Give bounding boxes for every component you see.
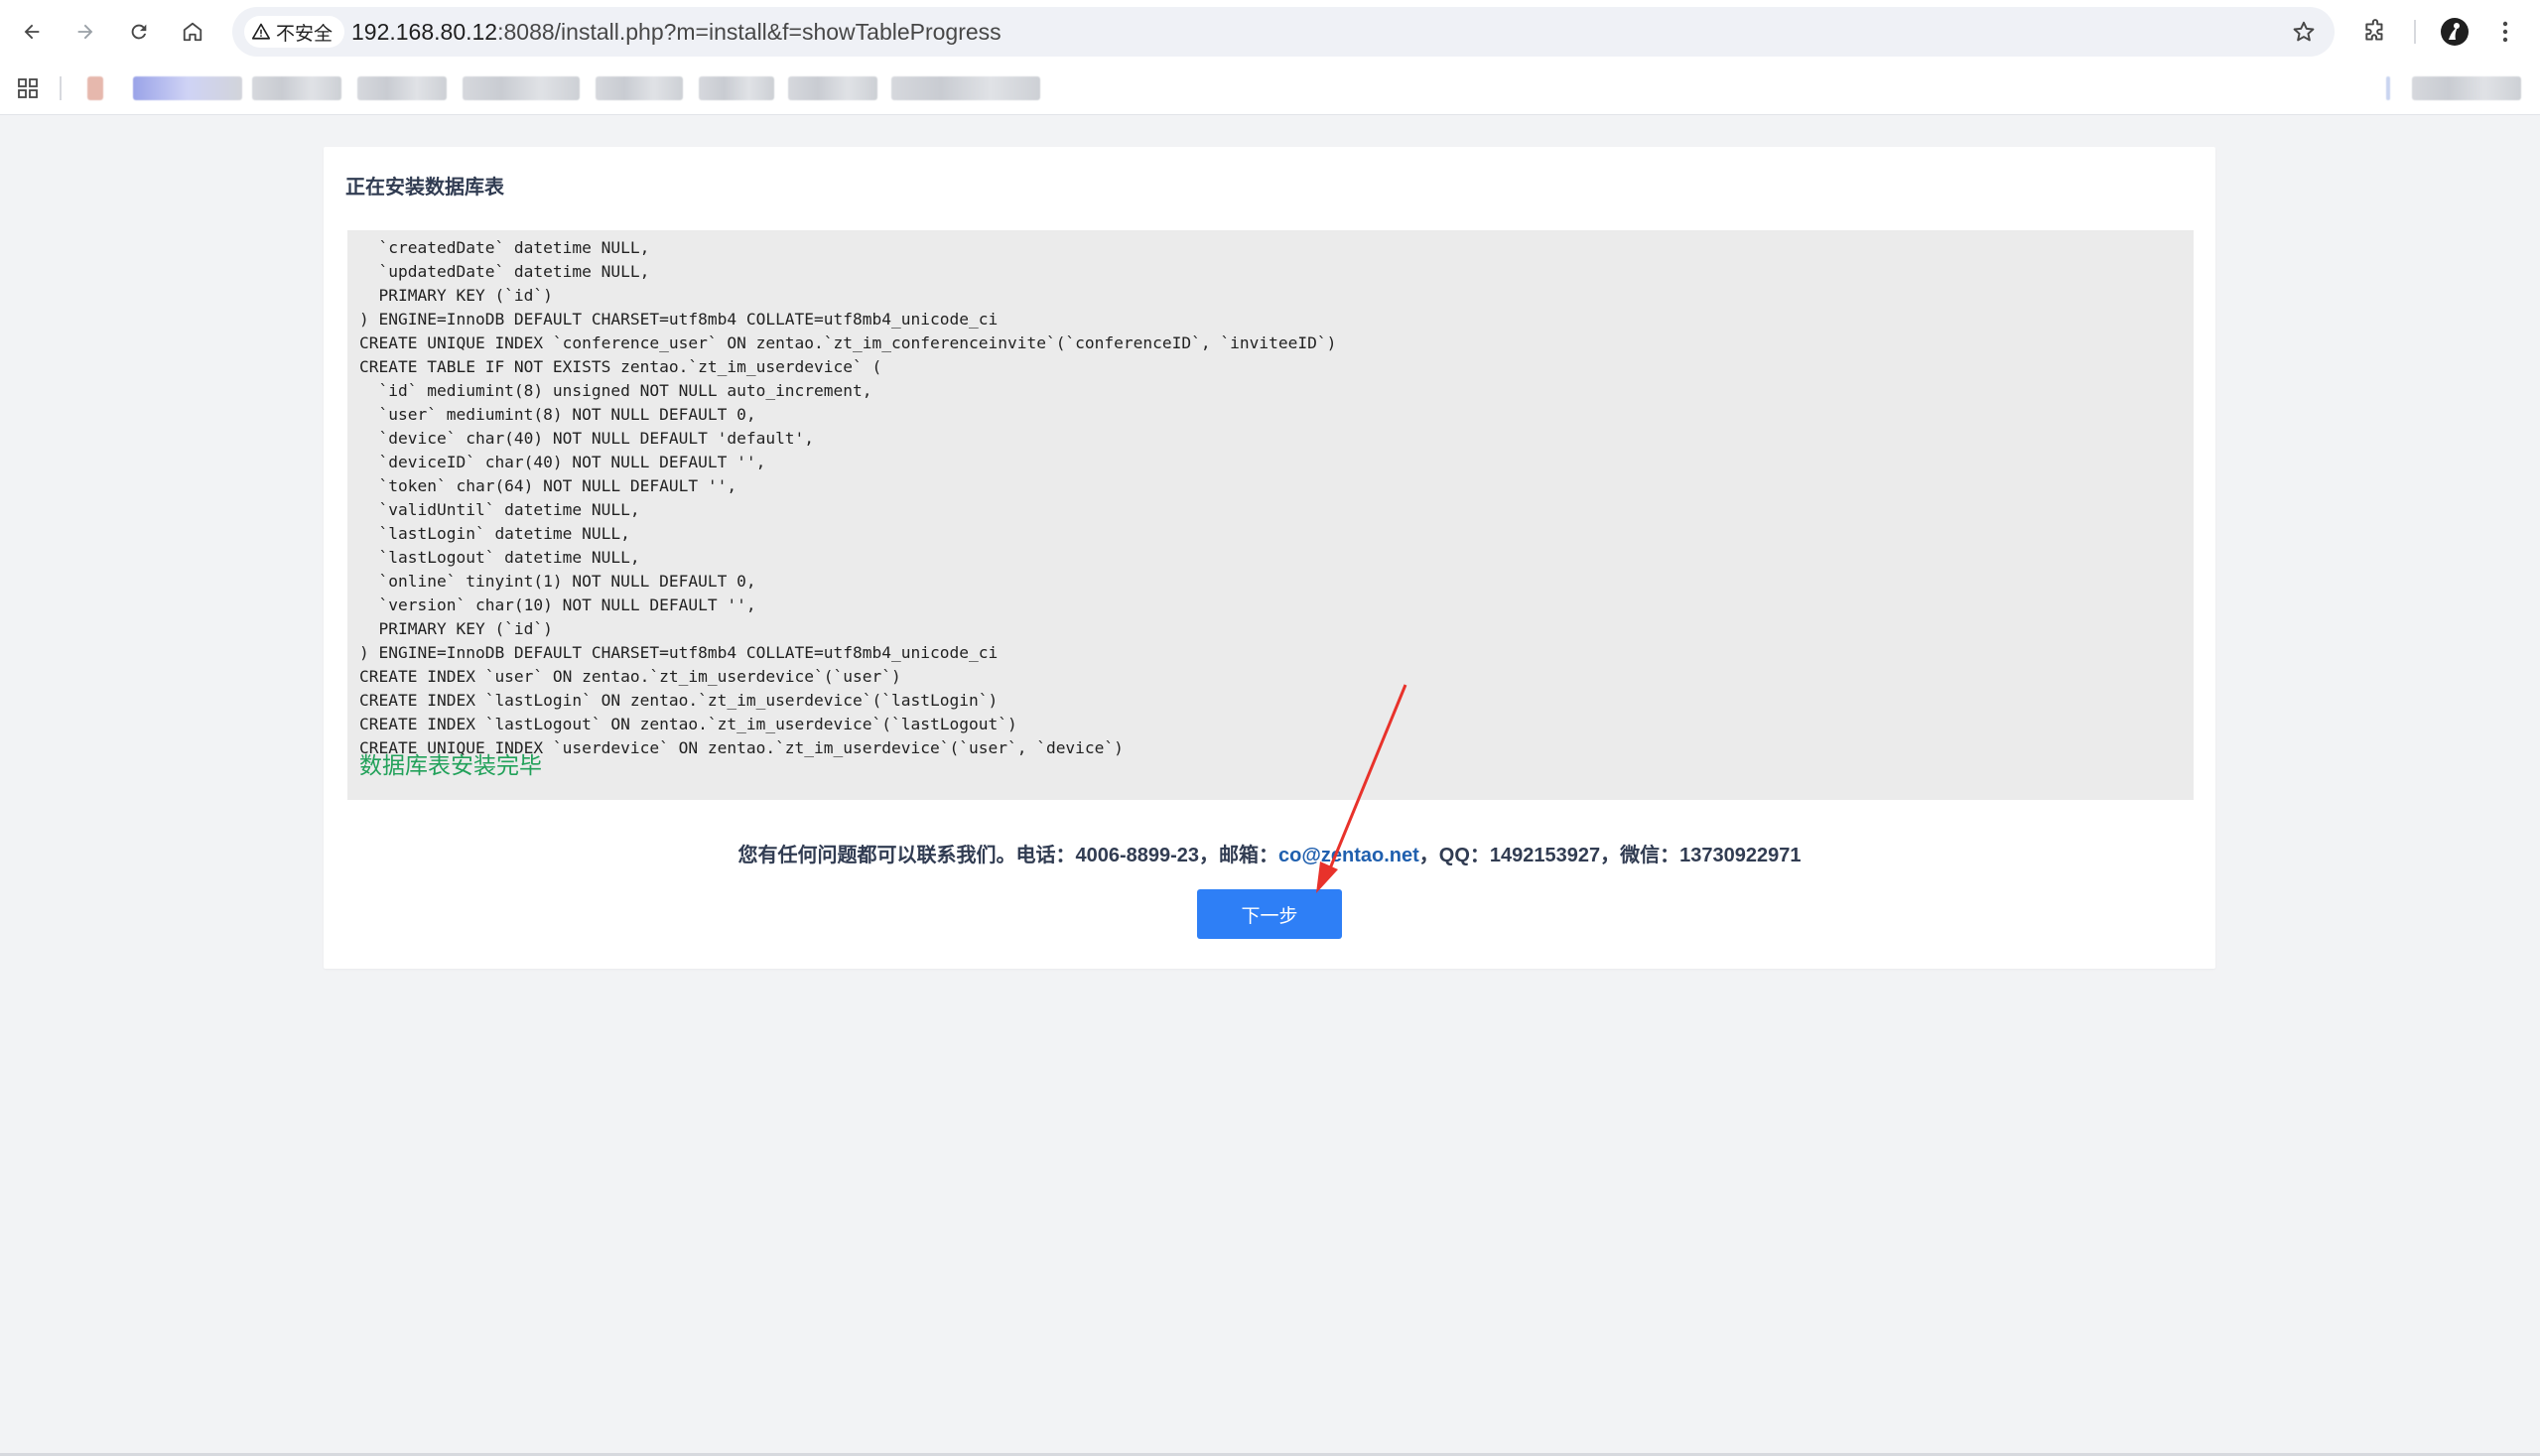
log-line: `device` char(40) NOT NULL DEFAULT 'defa… — [378, 429, 815, 448]
log-line: `user` mediumint(8) NOT NULL DEFAULT 0, — [378, 405, 756, 424]
browser-menu-button[interactable] — [2487, 14, 2523, 50]
toolbar-divider — [2414, 20, 2416, 44]
log-line: `updatedDate` datetime NULL, — [378, 262, 650, 281]
log-line: `token` char(64) NOT NULL DEFAULT '', — [378, 476, 737, 495]
log-line: `lastLogout` datetime NULL, — [378, 548, 640, 567]
log-line: CREATE INDEX `lastLogout` ON zentao.`zt_… — [359, 715, 1017, 733]
apps-button[interactable] — [14, 74, 42, 102]
contact-prefix: 您有任何问题都可以联系我们。电话：4006-8899-23，邮箱： — [737, 845, 1279, 866]
profile-button[interactable] — [2437, 14, 2473, 50]
avatar-icon — [2441, 18, 2469, 46]
home-icon — [183, 22, 202, 42]
log-line: `lastLogin` datetime NULL, — [378, 524, 630, 543]
contact-info: 您有任何问题都可以联系我们。电话：4006-8899-23，邮箱：co@zent… — [324, 839, 2215, 867]
install-log[interactable]: `createdDate` datetime NULL, `updatedDat… — [347, 230, 2194, 800]
bookmark-star-button[interactable] — [2291, 19, 2317, 45]
log-lines: `createdDate` datetime NULL, `updatedDat… — [359, 236, 1336, 760]
page-title: 正在安装数据库表 — [345, 177, 504, 199]
apps-grid-icon — [18, 78, 38, 98]
star-icon — [2293, 21, 2315, 42]
log-line: `deviceID` char(40) NOT NULL DEFAULT '', — [378, 453, 766, 471]
log-line: PRIMARY KEY (`id`) — [378, 619, 553, 638]
bookmark-item[interactable] — [699, 76, 774, 100]
log-line: `online` tinyint(1) NOT NULL DEFAULT 0, — [378, 572, 756, 591]
log-line: `validUntil` datetime NULL, — [378, 500, 640, 519]
bookmarks-separator-right — [2386, 76, 2390, 100]
url-path: :8088/install.php?m=install&f=showTableP… — [497, 19, 1002, 45]
log-line: ) ENGINE=InnoDB DEFAULT CHARSET=utf8mb4 … — [359, 310, 999, 329]
address-bar[interactable]: 不安全 192.168.80.12:8088/install.php?m=ins… — [232, 7, 2335, 57]
arrow-left-icon — [24, 24, 40, 40]
contact-email-link[interactable]: co@zentao.net — [1278, 845, 1419, 866]
home-button[interactable] — [175, 14, 210, 50]
bookmark-item[interactable] — [891, 76, 1040, 100]
contact-suffix: ，QQ：1492153927，微信：13730922971 — [1418, 845, 1802, 866]
more-vertical-icon — [2502, 21, 2508, 43]
puzzle-icon — [2365, 19, 2383, 41]
bookmark-item[interactable] — [357, 76, 447, 100]
arrow-right-icon — [77, 24, 93, 40]
reload-button[interactable] — [121, 14, 157, 50]
reload-icon — [131, 24, 147, 40]
security-chip[interactable]: 不安全 — [244, 16, 345, 48]
log-line: `version` char(10) NOT NULL DEFAULT '', — [378, 596, 756, 614]
log-line: CREATE INDEX `lastLogin` ON zentao.`zt_i… — [359, 691, 999, 710]
log-line: `id` mediumint(8) unsigned NOT NULL auto… — [378, 381, 872, 400]
browser-toolbar: 不安全 192.168.80.12:8088/install.php?m=ins… — [0, 0, 2540, 63]
next-step-button[interactable]: 下一步 — [1197, 889, 1342, 939]
bookmark-item[interactable] — [133, 76, 242, 100]
log-line: CREATE INDEX `user` ON zentao.`zt_im_use… — [359, 667, 901, 686]
bookmark-item[interactable] — [596, 76, 683, 100]
log-line: CREATE TABLE IF NOT EXISTS zentao.`zt_im… — [359, 357, 882, 376]
install-complete-message: 数据库表安装完毕 — [359, 753, 542, 779]
log-line: `createdDate` datetime NULL, — [378, 238, 650, 257]
bookmark-item[interactable] — [788, 76, 877, 100]
log-line: CREATE UNIQUE INDEX `conference_user` ON… — [359, 333, 1337, 352]
bookmark-item[interactable] — [87, 76, 103, 100]
bookmark-item[interactable] — [463, 76, 580, 100]
url-host: 192.168.80.12 — [351, 19, 498, 45]
bookmarks-separator — [60, 76, 62, 100]
forward-button[interactable] — [67, 14, 103, 50]
log-line: ) ENGINE=InnoDB DEFAULT CHARSET=utf8mb4 … — [359, 643, 999, 662]
log-line: PRIMARY KEY (`id`) — [378, 286, 553, 305]
bookmark-item[interactable] — [2412, 76, 2521, 100]
warning-icon — [252, 23, 270, 40]
bookmarks-bar — [0, 63, 2540, 115]
install-card: 正在安装数据库表 `createdDate` datetime NULL, `u… — [324, 147, 2215, 969]
back-button[interactable] — [14, 14, 50, 50]
url-text[interactable]: 192.168.80.12:8088/install.php?m=install… — [351, 7, 1002, 57]
extensions-button[interactable] — [2357, 14, 2393, 50]
bookmark-item[interactable] — [252, 76, 341, 100]
security-label: 不安全 — [276, 22, 334, 45]
